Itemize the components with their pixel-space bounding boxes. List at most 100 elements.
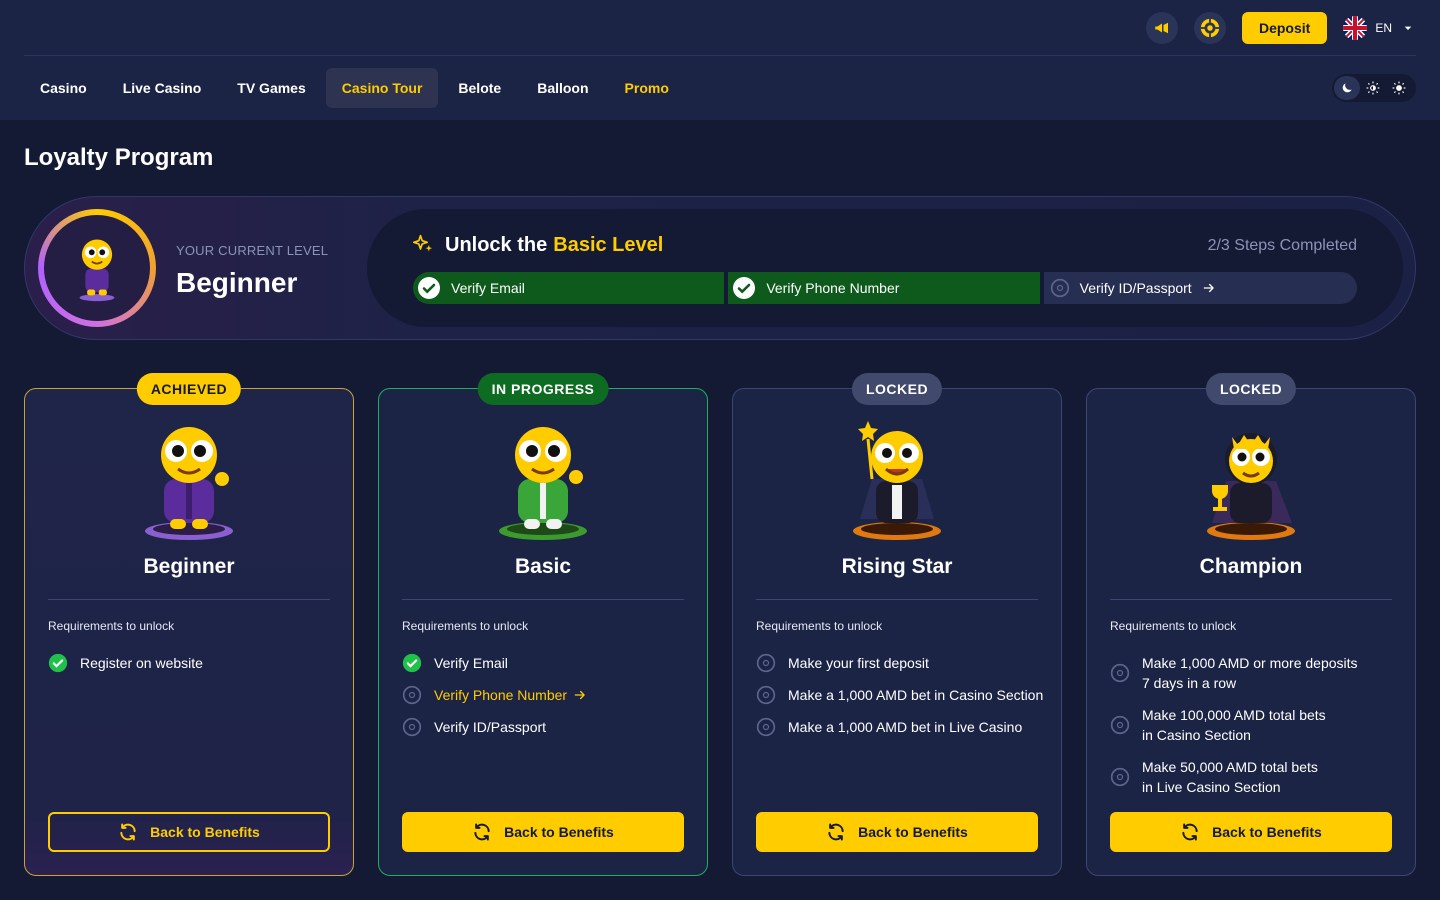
requirement-text: Verify Email — [434, 655, 508, 671]
button-label: Back to Benefits — [504, 824, 614, 840]
uk-flag-icon — [1343, 16, 1368, 40]
requirement-item: Verify Email — [402, 647, 691, 679]
check-circle-icon — [48, 653, 68, 673]
nav-item-tv-games[interactable]: TV Games — [221, 68, 321, 108]
nav-item-belote[interactable]: Belote — [442, 68, 517, 108]
pending-circle-icon — [402, 685, 422, 705]
back-to-benefits-button[interactable]: Back to Benefits — [402, 812, 684, 852]
step-verify-phone: Verify Phone Number — [728, 272, 1040, 304]
nav-item-balloon[interactable]: Balloon — [521, 68, 604, 108]
button-label: Back to Benefits — [150, 824, 260, 840]
header-actions: Deposit EN — [1145, 12, 1416, 44]
requirement-text: Make 100,000 AMD total bets in Casino Se… — [1142, 707, 1326, 743]
beginner-mascot-icon — [79, 239, 115, 302]
status-badge: LOCKED — [851, 373, 943, 405]
announcements-button[interactable] — [1145, 12, 1178, 44]
requirement-item: Make 100,000 AMD total bets in Casino Se… — [1110, 699, 1399, 751]
refresh-icon — [474, 823, 490, 841]
sun-icon — [1392, 81, 1406, 95]
requirement-text: Verify ID/Passport — [434, 719, 547, 735]
check-circle-icon — [733, 277, 756, 299]
refresh-icon — [828, 823, 844, 841]
step-label: Verify Phone Number — [766, 280, 900, 296]
requirement-text: Make a 1,000 AMD bet in Casino Section — [788, 687, 1044, 703]
unlock-next-level-panel: Unlock the Basic Level 2/3 Steps Complet… — [367, 209, 1403, 327]
pending-circle-icon — [756, 653, 776, 673]
level-card-champion: LOCKED Champion Requirements to unlock M… — [1086, 373, 1416, 876]
status-badge: IN PROGRESS — [477, 373, 609, 405]
requirements-label: Requirements to unlock — [48, 619, 175, 633]
requirements-list: Make your first deposit Make a 1,000 AMD… — [756, 647, 1045, 743]
requirements-list: Verify Email Verify Phone Number Verify … — [402, 647, 691, 743]
caret-down-icon — [1404, 26, 1412, 30]
current-level-label: YOUR CURRENT LEVEL — [176, 243, 329, 258]
check-circle-icon — [418, 277, 440, 299]
step-verify-email: Verify Email — [413, 272, 725, 304]
unlock-title-highlight: Basic Level — [553, 234, 664, 256]
basic-mascot-icon — [499, 427, 587, 540]
megaphone-icon — [1155, 22, 1168, 34]
requirements-label: Requirements to unlock — [756, 619, 883, 633]
nav-item-promo[interactable]: Promo — [609, 68, 685, 108]
verification-steps: Verify Email Verify Phone Number Verify … — [413, 272, 1357, 304]
requirement-item: Verify ID/Passport — [402, 711, 691, 743]
level-card-beginner: ACHIEVED Beginner Requirements to unlock… — [24, 373, 354, 876]
current-level-banner: YOUR CURRENT LEVEL Beginner Unlock the B… — [24, 196, 1416, 340]
language-selector[interactable]: EN — [1343, 16, 1416, 40]
auto-theme-icon — [1366, 81, 1380, 95]
step-verify-id[interactable]: Verify ID/Passport — [1043, 272, 1357, 304]
card-divider — [402, 599, 684, 600]
pending-circle-icon — [1050, 278, 1069, 298]
theme-dark-option[interactable] — [1334, 76, 1360, 100]
step-label: Verify Email — [451, 280, 525, 296]
champion-mascot-icon — [1207, 433, 1295, 540]
button-label: Back to Benefits — [858, 824, 968, 840]
level-card-rising-star: LOCKED Rising Star Requirements to unloc… — [732, 373, 1062, 876]
status-badge: LOCKED — [1205, 373, 1297, 405]
pending-circle-icon — [1110, 767, 1130, 787]
deposit-button[interactable]: Deposit — [1241, 12, 1328, 44]
level-name: Basic — [514, 555, 572, 578]
requirement-item-link[interactable]: Verify Phone Number — [402, 679, 691, 711]
beginner-mascot-icon — [145, 427, 233, 540]
card-divider — [48, 599, 330, 600]
header-divider — [24, 55, 1416, 56]
requirement-text: Make 1,000 AMD or more deposits 7 days i… — [1142, 655, 1358, 691]
requirements-label: Requirements to unlock — [1110, 619, 1237, 633]
theme-toggle — [1332, 74, 1416, 102]
card-divider — [1110, 599, 1392, 600]
current-level-name: Beginner — [176, 267, 298, 298]
language-label: EN — [1375, 21, 1392, 35]
status-badge: ACHIEVED — [136, 373, 242, 405]
sparkle-icon — [413, 234, 433, 252]
theme-light-option[interactable] — [1386, 76, 1412, 100]
pending-circle-icon — [756, 717, 776, 737]
back-to-benefits-button[interactable]: Back to Benefits — [1110, 812, 1392, 852]
current-level-avatar — [38, 209, 156, 327]
nav-item-casino[interactable]: Casino — [24, 68, 103, 108]
requirements-list: Make 1,000 AMD or more deposits 7 days i… — [1110, 647, 1399, 803]
back-to-benefits-button[interactable]: Back to Benefits — [48, 812, 330, 852]
requirement-text: Make a 1,000 AMD bet in Live Casino — [788, 719, 1023, 735]
button-label: Back to Benefits — [1212, 824, 1322, 840]
theme-auto-option[interactable] — [1360, 76, 1386, 100]
refresh-icon — [120, 823, 136, 841]
back-to-benefits-button[interactable]: Back to Benefits — [756, 812, 1038, 852]
pending-circle-icon — [1110, 715, 1130, 735]
nav-item-casino-tour[interactable]: Casino Tour — [325, 68, 439, 108]
refresh-icon — [1182, 823, 1198, 841]
level-cards: ACHIEVED Beginner Requirements to unlock… — [24, 373, 1416, 876]
requirement-item: Make 50,000 AMD total bets in Live Casin… — [1110, 751, 1399, 803]
card-divider — [756, 599, 1038, 600]
requirement-item: Register on website — [48, 647, 337, 679]
rising-star-mascot-icon — [853, 421, 941, 540]
level-name: Champion — [1199, 555, 1303, 578]
top-header: Deposit EN Casino Live Casino TV Games C… — [0, 0, 1440, 120]
arrow-right-icon — [574, 690, 585, 700]
nav-item-live-casino[interactable]: Live Casino — [107, 68, 218, 108]
moon-icon — [1342, 83, 1352, 93]
bonus-chip-button[interactable] — [1193, 12, 1226, 44]
requirement-text: Make your first deposit — [788, 655, 929, 671]
requirement-item: Make 1,000 AMD or more deposits 7 days i… — [1110, 647, 1399, 699]
unlock-title-prefix: Unlock the — [445, 234, 548, 256]
